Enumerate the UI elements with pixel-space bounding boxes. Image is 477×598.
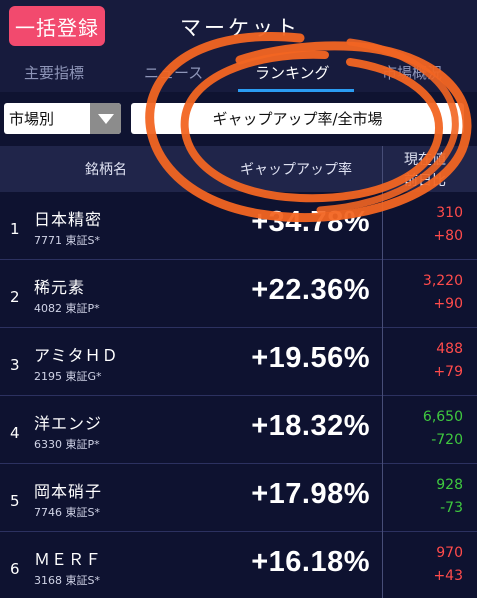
current-price: 488 bbox=[436, 341, 463, 357]
ranking-type-button[interactable]: ギャップアップ率/全市場 bbox=[131, 103, 464, 134]
column-header-price: 現在値 bbox=[404, 152, 446, 168]
table-row[interactable]: 6 ＭＥＲＦ 3168 東証S* +16.18% 970 +43 bbox=[0, 532, 477, 598]
table-row[interactable]: 1 日本精密 7771 東証S* +34.78% 310 +80 bbox=[0, 192, 477, 260]
tab-bar: 主要指標 ニュース ランキング 市場概況 bbox=[0, 52, 477, 92]
stock-code: 7746 東証S* bbox=[34, 506, 100, 519]
gap-rate-value: +19.56% bbox=[251, 342, 370, 374]
stock-code: 7771 東証S* bbox=[34, 234, 100, 247]
row-rank: 3 bbox=[10, 356, 20, 374]
current-price: 310 bbox=[436, 205, 463, 221]
column-divider bbox=[382, 396, 383, 464]
tab-market-overview[interactable]: 市場概況 bbox=[382, 62, 442, 83]
row-rank: 5 bbox=[10, 492, 20, 510]
stock-code: 2195 東証G* bbox=[34, 370, 102, 383]
price-change: -73 bbox=[440, 500, 463, 516]
stock-name: アミタＨＤ bbox=[34, 346, 119, 365]
current-price: 3,220 bbox=[422, 273, 463, 289]
column-header-change: 前日比 bbox=[404, 173, 446, 189]
gap-rate-value: +16.18% bbox=[251, 546, 370, 578]
stock-code: 4082 東証P* bbox=[34, 302, 100, 315]
stock-name: 日本精密 bbox=[34, 210, 103, 229]
stock-name: 岡本硝子 bbox=[34, 482, 103, 501]
table-header: 銘柄名 ギャップアップ率 現在値 前日比 bbox=[0, 146, 477, 192]
price-change: -720 bbox=[431, 432, 463, 448]
stock-code: 6330 東証P* bbox=[34, 438, 100, 451]
tab-news[interactable]: ニュース bbox=[144, 62, 203, 83]
current-price: 970 bbox=[436, 545, 463, 561]
stock-name: 洋エンジ bbox=[34, 414, 103, 433]
gap-rate-value: +17.98% bbox=[251, 478, 370, 510]
price-change: +43 bbox=[433, 568, 463, 584]
price-change: +80 bbox=[433, 228, 463, 244]
gap-rate-value: +18.32% bbox=[251, 410, 370, 442]
column-divider bbox=[382, 260, 383, 328]
bulk-register-button[interactable]: 一括登録 bbox=[9, 6, 105, 46]
row-rank: 2 bbox=[10, 288, 20, 306]
market-select-value: 市場別 bbox=[9, 110, 55, 128]
column-header-gap-rate[interactable]: ギャップアップ率 bbox=[240, 159, 352, 179]
market-select[interactable]: 市場別 bbox=[4, 103, 121, 134]
tab-ranking[interactable]: ランキング bbox=[255, 62, 330, 83]
tab-major-indices[interactable]: 主要指標 bbox=[24, 62, 84, 83]
column-divider bbox=[382, 464, 383, 532]
gap-rate-value: +34.78% bbox=[251, 206, 370, 238]
gap-rate-value: +22.36% bbox=[251, 274, 370, 306]
table-row[interactable]: 5 岡本硝子 7746 東証S* +17.98% 928 -73 bbox=[0, 464, 477, 532]
row-rank: 6 bbox=[10, 560, 20, 578]
filter-row: 市場別 ギャップアップ率/全市場 bbox=[0, 92, 477, 146]
column-divider bbox=[382, 192, 383, 260]
row-rank: 4 bbox=[10, 424, 20, 442]
page-title: マーケット bbox=[180, 16, 300, 40]
stock-name: ＭＥＲＦ bbox=[34, 550, 103, 569]
price-change: +90 bbox=[433, 296, 463, 312]
stock-name: 稀元素 bbox=[34, 278, 86, 297]
column-divider bbox=[382, 146, 383, 192]
stock-code: 3168 東証S* bbox=[34, 574, 100, 587]
price-change: +79 bbox=[433, 364, 463, 380]
table-row[interactable]: 4 洋エンジ 6330 東証P* +18.32% 6,650 -720 bbox=[0, 396, 477, 464]
column-divider bbox=[382, 532, 383, 598]
current-price: 6,650 bbox=[422, 409, 463, 425]
table-row[interactable]: 3 アミタＨＤ 2195 東証G* +19.56% 488 +79 bbox=[0, 328, 477, 396]
chevron-down-icon[interactable] bbox=[90, 103, 121, 134]
current-price: 928 bbox=[436, 477, 463, 493]
row-rank: 1 bbox=[10, 220, 20, 238]
app-header: 一括登録 マーケット bbox=[0, 0, 477, 52]
table-row[interactable]: 2 稀元素 4082 東証P* +22.36% 3,220 +90 bbox=[0, 260, 477, 328]
column-header-name: 銘柄名 bbox=[85, 162, 127, 178]
column-divider bbox=[382, 328, 383, 396]
